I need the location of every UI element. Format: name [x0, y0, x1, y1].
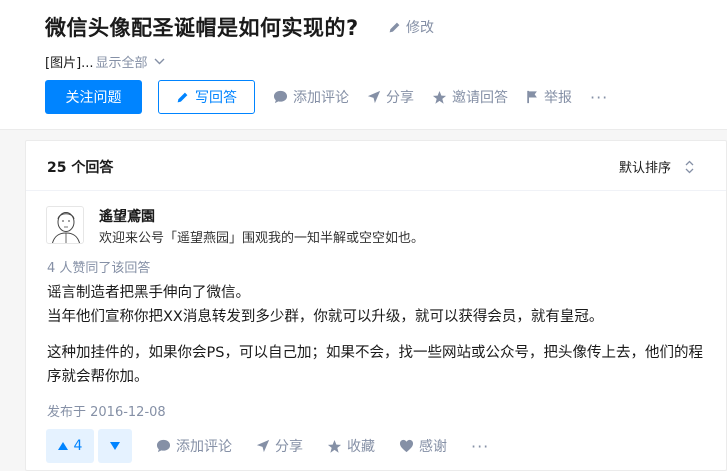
share-icon	[256, 439, 270, 453]
invite-answer-button[interactable]: 邀请回答	[432, 87, 508, 107]
votes-note[interactable]: 4 人赞同了该回答	[47, 257, 150, 276]
triangle-down-icon	[110, 442, 120, 450]
question-title: 微信头像配圣诞帽是如何实现的?	[45, 16, 359, 40]
author-bio: 欢迎来公号「遥望燕园」围观我的一知半解或空空如也。	[99, 231, 425, 246]
show-all-label: 显示全部	[95, 56, 148, 71]
chevron-down-icon	[154, 58, 165, 65]
answers-card-header: 25 个回答 默认排序	[26, 141, 726, 191]
report-button[interactable]: 举报	[526, 87, 572, 107]
edit-question-link[interactable]: 修改	[388, 17, 434, 37]
triangle-up-icon	[57, 442, 68, 450]
answer-line: 当年他们宣称你把XX消息转发到多少群，你就可以升级，就可以获得会员，就有皇冠。	[47, 309, 604, 325]
vote-count: 4	[73, 438, 83, 454]
answer-content: 谣言制造者把黑手伸向了微信。 当年他们宣称你把XX消息转发到多少群，你就可以升级…	[47, 281, 707, 389]
answer-comment-label: 添加评论	[176, 439, 232, 455]
comment-icon	[273, 90, 288, 104]
collect-label: 收藏	[347, 439, 375, 455]
write-answer-button[interactable]: 写回答	[158, 80, 255, 114]
answer-line: 谣言制造者把黑手伸向了微信。	[47, 285, 250, 301]
answer-action-bar: 4 添加评论 分享 收藏 感谢 ···	[46, 429, 489, 463]
share-label: 分享	[386, 90, 414, 106]
flag-icon	[527, 90, 537, 104]
question-detail: [图片]... 显示全部	[45, 52, 165, 71]
answer-paragraph: 这种加挂件的，如果你会PS，可以自己加；如果不会，找一些网站或公众号，把头像传上…	[47, 345, 703, 385]
write-answer-label: 写回答	[195, 90, 237, 106]
sort-arrows-icon	[685, 160, 694, 173]
follow-question-button[interactable]: 关注问题	[45, 80, 142, 114]
add-comment-button[interactable]: 添加评论	[273, 87, 349, 107]
star-icon	[432, 90, 447, 104]
thanks-label: 感谢	[419, 439, 447, 455]
collect-button[interactable]: 收藏	[327, 436, 375, 456]
pencil-icon	[177, 92, 188, 102]
author-portrait-icon	[52, 212, 80, 243]
thanks-button[interactable]: 感谢	[399, 436, 447, 456]
detail-image-placeholder: [图片]...	[45, 56, 94, 71]
add-comment-label: 添加评论	[293, 90, 349, 106]
invite-answer-label: 邀请回答	[452, 90, 508, 106]
heart-icon	[399, 439, 414, 453]
comment-icon	[156, 439, 171, 453]
share-icon	[367, 90, 381, 104]
edit-label: 修改	[406, 20, 434, 36]
more-options-button[interactable]: ···	[590, 88, 608, 107]
author-avatar[interactable]	[46, 206, 84, 244]
sort-dropdown[interactable]: 默认排序	[619, 157, 694, 176]
answer-comment-button[interactable]: 添加评论	[156, 436, 232, 456]
answers-card: 25 个回答 默认排序 遙望鳶園 欢迎来公号「遥望燕园」围观我的一知半解或空空如…	[25, 140, 727, 471]
report-label: 举报	[544, 90, 572, 106]
pencil-icon	[389, 22, 400, 32]
answer-share-button[interactable]: 分享	[256, 436, 303, 456]
answer-share-label: 分享	[275, 439, 303, 455]
answer-count: 25 个回答	[47, 160, 114, 176]
vote-down-button[interactable]	[98, 429, 132, 463]
star-icon	[327, 439, 342, 453]
author-name[interactable]: 遙望鳶園	[99, 206, 155, 226]
question-header: 微信头像配圣诞帽是如何实现的? 修改 [图片]... 显示全部 关注问题 写回答…	[0, 0, 727, 130]
vote-up-button[interactable]: 4	[46, 429, 94, 463]
publish-date[interactable]: 发布于 2016-12-08	[47, 401, 166, 420]
sort-label: 默认排序	[618, 161, 671, 176]
share-button[interactable]: 分享	[367, 87, 414, 107]
question-actions: 关注问题 写回答 添加评论 分享 邀请回答 举报 ···	[45, 80, 608, 114]
answer-more-button[interactable]: ···	[471, 437, 489, 456]
show-all-link[interactable]: 显示全部	[96, 52, 165, 71]
